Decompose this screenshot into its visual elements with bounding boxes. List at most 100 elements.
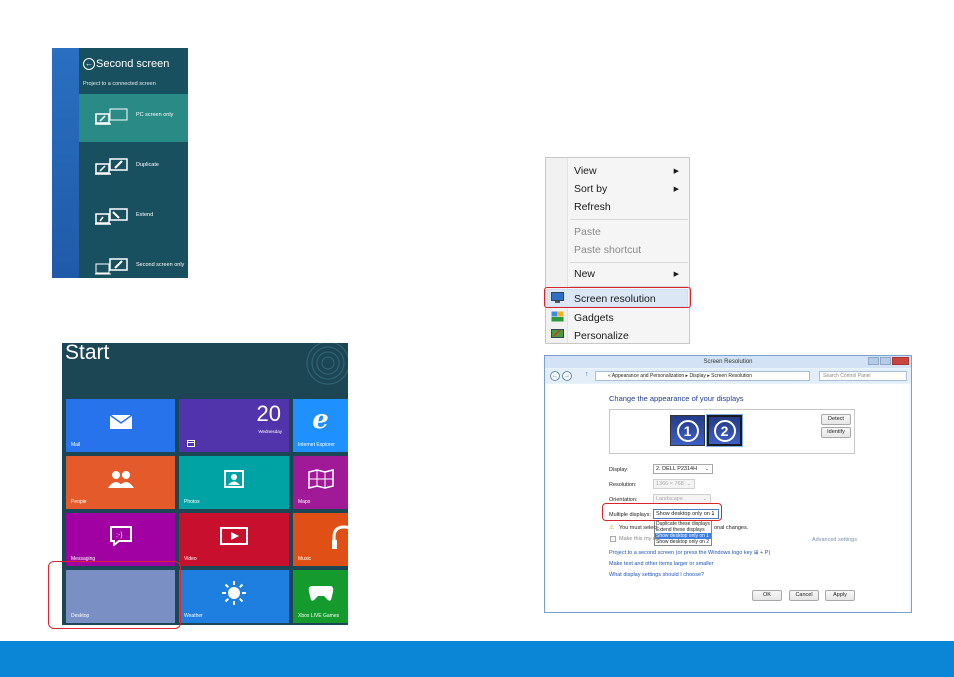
resolution-label: Resolution: <box>609 482 637 488</box>
window-content: Change the appearance of your displays 1… <box>546 384 910 612</box>
address-bar: ← → ↑ « Appearance and Personalization ▸… <box>545 369 911 383</box>
menu-item-gadgets[interactable]: Gadgets <box>574 312 614 324</box>
xbox-icon <box>308 586 333 601</box>
warning-icon: ⚠ <box>609 525 615 531</box>
photos-icon <box>224 470 244 489</box>
tile-music[interactable]: Music <box>293 513 348 566</box>
option-label: Extend <box>136 212 154 218</box>
breadcrumb[interactable]: « Appearance and Personalization ▸ Displ… <box>595 371 810 381</box>
tile-messaging[interactable]: :-) Messaging <box>66 513 175 566</box>
apply-button[interactable]: Apply <box>825 590 855 601</box>
tile-label: Photos <box>184 499 200 505</box>
search-input[interactable]: Search Control Panel <box>819 371 907 381</box>
submenu-arrow-icon: ▶ <box>673 271 679 278</box>
tile-video[interactable]: Video <box>179 513 289 566</box>
calendar-weekday: Wednesday <box>258 429 282 434</box>
make-primary-label: Make this my m <box>619 536 658 542</box>
identify-button[interactable]: Identify <box>821 427 851 438</box>
forward-button[interactable]: → <box>562 371 572 381</box>
ie-icon: e <box>312 405 329 436</box>
tile-mail[interactable]: Mail <box>66 399 175 452</box>
menu-separator <box>570 219 688 220</box>
resolution-select: 1366 × 768 ⌄ <box>653 479 695 489</box>
display-select[interactable]: 2. DELL P2314H ⌄ <box>653 464 713 474</box>
warning-text: You must select <box>619 525 658 531</box>
messaging-icon: :-) <box>109 526 132 547</box>
panel-subtitle: Project to a connected screen <box>83 81 156 87</box>
window-title: Screen Resolution <box>703 359 753 365</box>
cancel-button[interactable]: Cancel <box>789 590 819 601</box>
option-duplicate[interactable]: Duplicate <box>79 144 188 192</box>
tile-maps[interactable]: Maps <box>293 456 348 509</box>
chevron-down-icon: ⌄ <box>702 496 707 502</box>
tile-label: Video <box>184 556 197 562</box>
tile-people[interactable]: People <box>66 456 175 509</box>
menu-item-refresh[interactable]: Refresh <box>574 201 611 213</box>
project-second-screen-link[interactable]: Project to a second screen (or press the… <box>609 550 770 556</box>
tile-label: Weather <box>184 613 203 619</box>
multiple-displays-dropdown: Duplicate these displays Extend these di… <box>654 520 712 546</box>
tile-label: Mail <box>71 442 81 448</box>
people-icon <box>107 471 134 489</box>
tile-label: People <box>71 499 87 505</box>
advanced-settings-link[interactable]: Advanced settings <box>812 537 857 543</box>
page-heading: Change the appearance of your displays <box>609 394 744 403</box>
desktop-context-menu: View ▶ Sort by ▶ Refresh Paste Paste sho… <box>545 157 690 344</box>
tile-calendar[interactable]: 20 Wednesday <box>179 399 289 452</box>
calendar-icon <box>187 440 195 447</box>
user-rings-decoration <box>306 343 348 385</box>
option-pc-screen-only[interactable]: PC screen only <box>79 94 188 142</box>
tile-label: Maps <box>298 499 311 505</box>
screen-resolution-window: Screen Resolution ← → ↑ « Appearance and… <box>544 355 912 613</box>
second-screen-only-icon <box>95 258 128 275</box>
tile-photos[interactable]: Photos <box>179 456 289 509</box>
tile-weather[interactable]: Weather <box>179 570 289 623</box>
menu-item-personalize[interactable]: Personalize <box>574 330 629 342</box>
option-label: Duplicate <box>136 162 159 168</box>
option-second-screen-only[interactable]: Second screen only <box>79 244 188 278</box>
menu-item-paste-shortcut: Paste shortcut <box>574 244 642 256</box>
maximize-button[interactable] <box>880 357 891 365</box>
personalize-icon <box>551 329 564 338</box>
window-controls <box>868 357 909 365</box>
option-extend[interactable]: Extend <box>79 194 188 242</box>
menu-item-sort-by[interactable]: Sort by <box>574 183 607 195</box>
submenu-arrow-icon: ▶ <box>673 186 679 193</box>
tile-label: Xbox LIVE Games <box>298 613 340 619</box>
detect-button[interactable]: Detect <box>821 414 851 425</box>
multiple-displays-callout <box>602 503 722 521</box>
make-primary-checkbox[interactable] <box>610 536 616 542</box>
close-button[interactable] <box>892 357 909 365</box>
chevron-down-icon: ⌄ <box>686 481 691 487</box>
monitor-1[interactable]: 1 <box>670 415 705 446</box>
calendar-day: 20 <box>256 401 281 426</box>
panel-title: Second screen <box>96 58 170 70</box>
chevron-down-icon: ⌄ <box>704 466 709 472</box>
dropdown-option[interactable]: Show desktop only on 2 <box>655 539 711 545</box>
tile-label: Music <box>298 556 312 562</box>
svg-text::-): :-) <box>116 532 123 539</box>
menu-item-view[interactable]: View <box>574 165 597 177</box>
monitor-2[interactable]: 2 <box>706 414 743 447</box>
menu-item-new[interactable]: New <box>574 268 595 280</box>
tile-xbox-live-games[interactable]: Xbox LIVE Games <box>293 570 348 623</box>
duplicate-icon <box>95 158 128 175</box>
window-titlebar: Screen Resolution <box>545 356 911 368</box>
back-button[interactable]: ← <box>550 371 560 381</box>
ok-button[interactable]: OK <box>752 590 782 601</box>
minimize-button[interactable] <box>868 357 879 365</box>
display-label: Display: <box>609 467 629 473</box>
footer-band <box>0 641 954 677</box>
display-settings-help-link[interactable]: What display settings should I choose? <box>609 572 704 578</box>
back-arrow-icon[interactable]: ← <box>83 58 95 70</box>
maps-icon <box>307 469 334 490</box>
tile-internet-explorer[interactable]: e Internet Explorer <box>293 399 348 452</box>
text-size-link[interactable]: Make text and other items larger or smal… <box>609 561 714 567</box>
extend-icon <box>95 208 128 225</box>
submenu-arrow-icon: ▶ <box>673 168 679 175</box>
screen-resolution-callout <box>544 287 691 308</box>
music-icon <box>332 525 348 549</box>
up-arrow-icon[interactable]: ↑ <box>585 371 589 378</box>
menu-separator <box>570 262 688 263</box>
mail-icon <box>109 414 132 430</box>
